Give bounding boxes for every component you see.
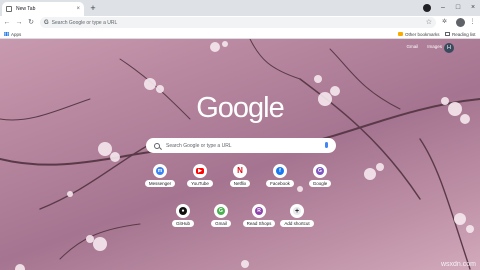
- shortcut-facebook[interactable]: f Facebook: [260, 164, 300, 187]
- reading-list-icon: [445, 32, 450, 36]
- shortcut-label: Gmail: [211, 220, 231, 227]
- tab-search-icon[interactable]: [423, 4, 431, 12]
- tab-new-tab[interactable]: New Tab ×: [2, 2, 84, 16]
- microphone-icon[interactable]: [325, 142, 328, 148]
- omnibox[interactable]: G Search Google or type a URL ☆: [40, 17, 436, 28]
- shortcut-label: GitHub: [171, 220, 194, 227]
- close-window-button[interactable]: ×: [466, 2, 480, 14]
- google-icon: G: [316, 167, 324, 175]
- facebook-icon: f: [276, 167, 284, 175]
- tab-close-icon[interactable]: ×: [76, 6, 80, 12]
- shortcut-messenger[interactable]: m Messenger: [140, 164, 180, 187]
- omnibox-placeholder: Search Google or type a URL: [51, 19, 118, 26]
- shortcut-label: Add shortcut: [280, 220, 314, 227]
- extensions-icon[interactable]: ✲: [440, 18, 449, 27]
- maximize-button[interactable]: □: [451, 2, 465, 14]
- bookmark-apps[interactable]: Apps: [4, 29, 21, 39]
- shortcut-read-shops[interactable]: R Read Shops: [240, 204, 278, 227]
- gmail-link[interactable]: Gmail: [406, 44, 418, 49]
- new-tab-favicon-icon: [6, 6, 12, 12]
- apps-grid-icon: [4, 32, 9, 36]
- shortcut-netflix[interactable]: N Netflix: [220, 164, 260, 187]
- folder-icon: [398, 32, 403, 36]
- shortcut-label: Google: [308, 180, 332, 187]
- github-icon: ●: [179, 207, 187, 215]
- search-icon: [154, 142, 160, 149]
- bookmarks-bar: Apps Other bookmarks Reading list: [0, 29, 480, 39]
- google-g-icon: G: [44, 19, 49, 26]
- shortcut-label: Facebook: [266, 180, 294, 187]
- toolbar: ← → ↻ G Search Google or type a URL ☆ ✲ …: [0, 16, 480, 29]
- search-placeholder: Search Google or type a URL: [166, 142, 232, 149]
- search-box[interactable]: Search Google or type a URL: [146, 138, 336, 153]
- tab-strip: New Tab × + – □ ×: [0, 0, 480, 16]
- bookmark-star-icon[interactable]: ☆: [426, 17, 432, 28]
- shortcuts-row-2: ● GitHub G Gmail R Read Shops + Add shor…: [164, 204, 316, 227]
- images-link[interactable]: Images: [427, 44, 442, 49]
- tab-title: New Tab: [16, 6, 36, 12]
- youtube-icon: ▶: [196, 168, 204, 174]
- reload-icon[interactable]: ↻: [26, 17, 36, 28]
- gmail-icon: G: [217, 207, 225, 215]
- bookmark-reading-list[interactable]: Reading list: [445, 29, 476, 39]
- new-tab-page: Gmail Images H Google Search Google or t…: [0, 39, 480, 270]
- profile-avatar-small[interactable]: [456, 18, 465, 27]
- profile-avatar[interactable]: H: [444, 43, 454, 53]
- top-links: Gmail Images: [406, 44, 442, 49]
- shortcut-github[interactable]: ● GitHub: [164, 204, 202, 227]
- shortcut-label: Messenger: [144, 180, 176, 187]
- shortcuts-row-1: m Messenger ▶ YouTube N Netflix f Facebo…: [140, 164, 340, 187]
- bookmark-apps-label: Apps: [11, 31, 22, 37]
- shortcut-google[interactable]: G Google: [300, 164, 340, 187]
- forward-icon[interactable]: →: [14, 17, 24, 28]
- back-icon[interactable]: ←: [2, 17, 12, 28]
- blossom-background: [0, 39, 480, 270]
- bookmark-other[interactable]: Other bookmarks: [398, 29, 440, 39]
- read-shops-icon: R: [255, 207, 263, 215]
- bookmark-other-label: Other bookmarks: [405, 31, 440, 37]
- minimize-button[interactable]: –: [436, 2, 450, 14]
- shortcut-label: Netflix: [229, 180, 251, 187]
- netflix-icon: N: [237, 166, 243, 175]
- watermark-logo: wsxdn.com: [440, 261, 476, 268]
- shortcut-youtube[interactable]: ▶ YouTube: [180, 164, 220, 187]
- shortcut-label: YouTube: [187, 180, 213, 187]
- add-icon: +: [293, 207, 301, 215]
- shortcut-label: Read Shops: [242, 220, 276, 227]
- new-tab-button[interactable]: +: [88, 3, 98, 13]
- add-shortcut-button[interactable]: + Add shortcut: [278, 204, 316, 227]
- menu-icon[interactable]: ⋮: [468, 18, 477, 27]
- bookmark-reading-label: Reading list: [452, 31, 476, 37]
- shortcut-gmail[interactable]: G Gmail: [202, 204, 240, 227]
- google-logo: Google: [196, 92, 285, 124]
- messenger-icon: m: [156, 167, 164, 175]
